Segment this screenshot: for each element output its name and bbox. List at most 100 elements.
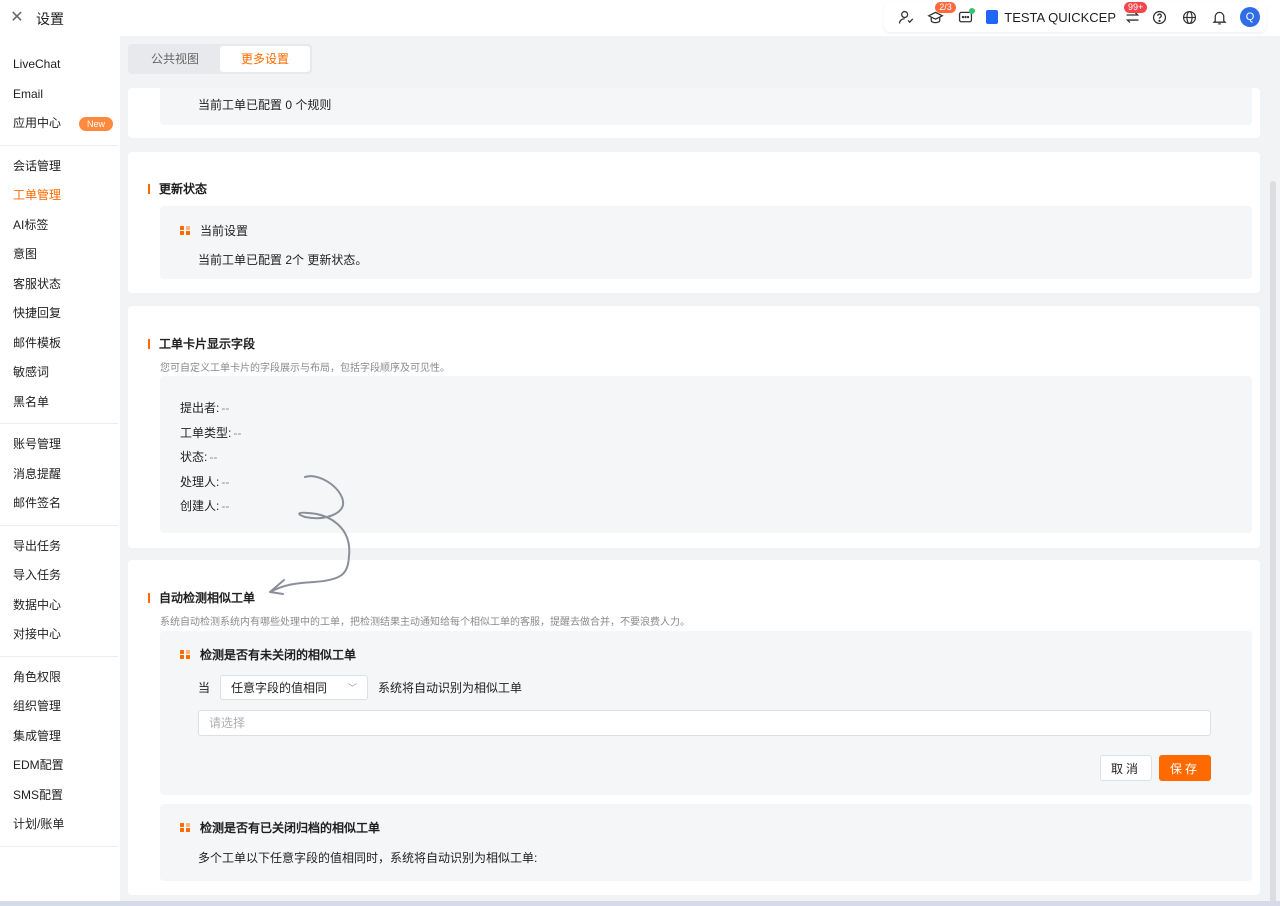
update-status-heading: 更新状态 — [148, 180, 207, 197]
sidebar-item-label: 角色权限 — [13, 669, 62, 684]
switch-icon[interactable]: 99+ — [1120, 2, 1148, 32]
sidebar-item[interactable]: 应用中心 New — [0, 109, 118, 139]
sidebar-item[interactable]: 账号管理 — [0, 430, 118, 460]
sidebar-item-label: 敏感词 — [13, 365, 50, 379]
sidebar-item[interactable]: 邮件模板 — [0, 329, 118, 359]
save-button[interactable]: 保存 — [1159, 755, 1211, 781]
card-field-row: 工单类型: -- — [180, 424, 241, 441]
card-fields-box: 提出者: -- 工单类型: -- 状态: -- 处理人: -- 创建人: -- — [160, 376, 1252, 533]
grid-icon — [180, 822, 190, 833]
sidebar-group: 导出任务 导入任务数据中心对接中心 — [0, 526, 118, 657]
card-field-label: 创建人: — [180, 499, 220, 514]
sidebar-group: LiveChat Email 应用中心 New — [0, 44, 118, 146]
similar-tickets-desc: 系统自动检测系统内有哪些处理中的工单，把检测结果主动通知给每个相似工单的客服，提… — [160, 617, 690, 628]
sidebar-item[interactable]: 工单管理 — [0, 181, 118, 211]
sidebar-group: 账号管理消息提醒邮件签名 — [0, 424, 118, 526]
sidebar-item-label: 工单管理 — [13, 188, 62, 202]
card-fields-heading: 工单卡片显示字段 — [148, 335, 255, 352]
sidebar-item-label: 客服状态 — [13, 276, 62, 291]
sidebar-item[interactable]: 邮件签名 — [0, 489, 118, 519]
rule-suffix-label: 系统将自动识别为相似工单 — [378, 681, 523, 695]
match-condition-select[interactable]: 任意字段的值相同 ﹀ — [220, 675, 369, 700]
sidebar-item[interactable]: EDM配置 — [0, 751, 118, 781]
company-switcher[interactable]: TESTA QUICKCEP — [980, 10, 1120, 25]
sidebar-item[interactable]: 集成管理 — [0, 722, 118, 752]
grid-icon — [180, 649, 190, 660]
sidebar-item[interactable]: 会话管理 — [0, 152, 118, 182]
card-field-row: 提出者: -- — [180, 399, 229, 416]
sidebar-item-label: 邮件模板 — [13, 335, 62, 350]
company-logo-icon — [986, 10, 999, 24]
view-tabs: 公共视图 更多设置 — [128, 44, 313, 74]
sidebar-item[interactable]: 敏感词 — [0, 358, 118, 388]
similar-tickets-panel: 自动检测相似工单 系统自动检测系统内有哪些处理中的工单，把检测结果主动通知给每个… — [128, 560, 1260, 895]
sidebar-item[interactable]: 导入任务 — [0, 561, 118, 591]
sidebar-item-label: 组织管理 — [13, 699, 62, 713]
sidebar-item-label: 快捷回复 — [13, 306, 62, 320]
chevron-down-icon: ﹀ — [348, 683, 358, 693]
card-field-label: 状态: — [180, 450, 208, 465]
sidebar-item-label: 消息提醒 — [13, 466, 62, 481]
sidebar-item-label: 意图 — [13, 247, 38, 261]
card-fields-desc: 您可自定义工单卡片的字段展示与布局，包括字段顺序及可见性。 — [160, 363, 450, 374]
sidebar-item[interactable]: 组织管理 — [0, 692, 118, 722]
open-similar-title: 检测是否有未关闭的相似工单 — [180, 646, 356, 663]
card-field-value: -- — [221, 401, 230, 415]
sidebar: LiveChat Email 应用中心 New 会话管理工单管理 AI标签意图客服状态快捷… — [0, 44, 120, 864]
sidebar-item[interactable]: 黑名单 — [0, 388, 118, 418]
new-badge: New — [79, 116, 114, 131]
current-settings-box: 当前设置 当前工单已配置 2个 更新状态。 — [160, 206, 1252, 279]
learning-cap-icon[interactable]: 2/3 — [920, 2, 956, 32]
tab-more-settings[interactable]: 更多设置 — [220, 46, 311, 72]
card-field-label: 处理人: — [180, 474, 220, 489]
sidebar-item[interactable]: Email — [0, 80, 118, 110]
fields-select-input[interactable] — [198, 710, 1211, 736]
scrollbar[interactable] — [1270, 181, 1276, 903]
cancel-button[interactable]: 取消 — [1100, 755, 1152, 781]
closed-similar-box: 检测是否有已关闭归档的相似工单 多个工单以下任意字段的值相同时，系统将自动识别为… — [160, 804, 1252, 881]
sidebar-item-label: 邮件签名 — [13, 496, 62, 510]
avatar[interactable]: Q — [1240, 7, 1260, 27]
globe-icon[interactable] — [1174, 2, 1204, 32]
help-icon[interactable] — [1144, 2, 1174, 32]
update-status-summary: 当前工单已配置 2个 更新状态。 — [198, 253, 368, 267]
sidebar-item[interactable]: 计划/账单 — [0, 810, 118, 840]
sidebar-item[interactable]: 导出任务 — [0, 532, 118, 562]
user-status-icon[interactable] — [890, 2, 920, 32]
grid-icon — [180, 225, 190, 236]
open-similar-box: 检测是否有未关闭的相似工单 当 任意字段的值相同 ﹀ 系统将自动识别为相似工单 … — [160, 631, 1252, 795]
bell-icon[interactable] — [1204, 2, 1234, 32]
sidebar-item[interactable]: 消息提醒 — [0, 460, 118, 490]
card-field-label: 提出者: — [180, 401, 220, 415]
sidebar-item-label: 应用中心 — [13, 116, 62, 130]
sidebar-item-label: 会话管理 — [13, 158, 62, 173]
sidebar-item[interactable]: LiveChat — [0, 50, 118, 80]
message-icon[interactable] — [950, 2, 980, 32]
sidebar-group: 角色权限组织管理集成管理 EDM配置 SMS配置 计划/账单 — [0, 657, 118, 847]
top-right-toolbar: 2/3 TESTA QUICKCEP 99+ Q — [884, 2, 1266, 32]
closed-similar-text: 多个工单以下任意字段的值相同时，系统将自动识别为相似工单: — [198, 851, 538, 865]
sidebar-item[interactable]: 快捷回复 — [0, 299, 118, 329]
closed-similar-title: 检测是否有已关闭归档的相似工单 — [180, 819, 380, 836]
company-name: TESTA QUICKCEP — [1004, 9, 1116, 25]
sidebar-item[interactable]: 数据中心 — [0, 591, 118, 621]
sidebar-item[interactable]: SMS配置 — [0, 781, 118, 811]
window-bottom-edge — [0, 901, 1280, 906]
tab-public-view[interactable]: 公共视图 — [130, 46, 220, 72]
close-icon[interactable]: ✕ — [8, 8, 26, 26]
card-field-value: -- — [209, 450, 218, 465]
sidebar-item-label: 黑名单 — [13, 394, 50, 409]
sidebar-item[interactable]: 对接中心 — [0, 620, 118, 650]
main-content: 公共视图 更多设置 当前工单已配置 0 个规则 更新状态 当前设置 当前工单已配… — [120, 36, 1280, 906]
card-field-value: -- — [233, 425, 242, 440]
sidebar-item-label: Email — [13, 86, 44, 101]
sidebar-item[interactable]: 意图 — [0, 240, 118, 270]
sidebar-item-label: 数据中心 — [13, 597, 62, 612]
card-field-row: 创建人: -- — [180, 497, 229, 514]
sidebar-item[interactable]: 角色权限 — [0, 663, 118, 693]
rule-when-label: 当 — [198, 681, 211, 695]
sidebar-item[interactable]: 客服状态 — [0, 270, 118, 300]
rule-line: 当 任意字段的值相同 ﹀ 系统将自动识别为相似工单 — [198, 675, 522, 700]
sidebar-item[interactable]: AI标签 — [0, 211, 118, 241]
card-field-row: 状态: -- — [180, 448, 217, 465]
